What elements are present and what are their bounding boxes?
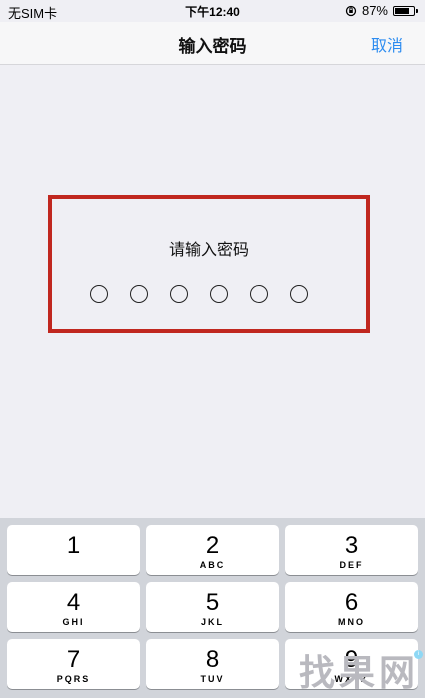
password-prompt: 请输入密码 <box>168 242 249 259</box>
key-letters: JKL <box>200 617 224 627</box>
key-number: 4 <box>66 589 81 616</box>
keypad-key-4[interactable]: 4 GHI <box>7 582 140 632</box>
page-title: 输入密码 <box>178 37 247 56</box>
info-badge-icon: i <box>414 650 423 659</box>
key-letters: TUV <box>200 674 225 684</box>
key-number: 2 <box>205 532 220 559</box>
password-entry-panel: 请输入密码 <box>48 195 370 333</box>
keypad-key-6[interactable]: 6 MNO <box>285 582 418 632</box>
keypad-key-8[interactable]: 8 TUV <box>146 639 279 689</box>
key-letters: GHI <box>62 617 85 627</box>
password-dot <box>290 285 308 303</box>
key-number: 5 <box>205 589 220 616</box>
battery-icon <box>393 5 418 16</box>
key-number: 3 <box>344 532 359 559</box>
password-dot <box>210 285 228 303</box>
keypad-key-7[interactable]: 7 PQRS <box>7 639 140 689</box>
key-number: 1 <box>66 532 81 559</box>
battery-percent: 87% <box>361 3 388 18</box>
key-letters: DEF <box>339 560 364 570</box>
battery-fill <box>395 7 409 14</box>
status-bar: 无SIM卡 下午12:40 87% <box>0 0 425 22</box>
key-number: 6 <box>344 589 359 616</box>
password-dot <box>130 285 148 303</box>
key-letters: PQRS <box>56 674 91 684</box>
cancel-button[interactable]: 取消 <box>371 32 403 56</box>
password-dot <box>90 285 108 303</box>
key-number: 8 <box>205 646 220 673</box>
key-letters: ABC <box>199 560 226 570</box>
keypad-key-1[interactable]: 1 <box>7 525 140 575</box>
password-dot <box>250 285 268 303</box>
navigation-bar: 输入密码 取消 <box>0 22 425 65</box>
keypad-key-5[interactable]: 5 JKL <box>146 582 279 632</box>
status-right: 87% <box>345 3 418 18</box>
rotation-lock-icon <box>345 5 357 17</box>
password-dots[interactable] <box>90 285 308 303</box>
watermark-text: 找果网 <box>298 652 419 693</box>
key-letters: MNO <box>338 617 365 627</box>
key-number: 7 <box>66 646 81 673</box>
password-dot <box>170 285 188 303</box>
keypad-key-2[interactable]: 2 ABC <box>146 525 279 575</box>
keypad-key-3[interactable]: 3 DEF <box>285 525 418 575</box>
